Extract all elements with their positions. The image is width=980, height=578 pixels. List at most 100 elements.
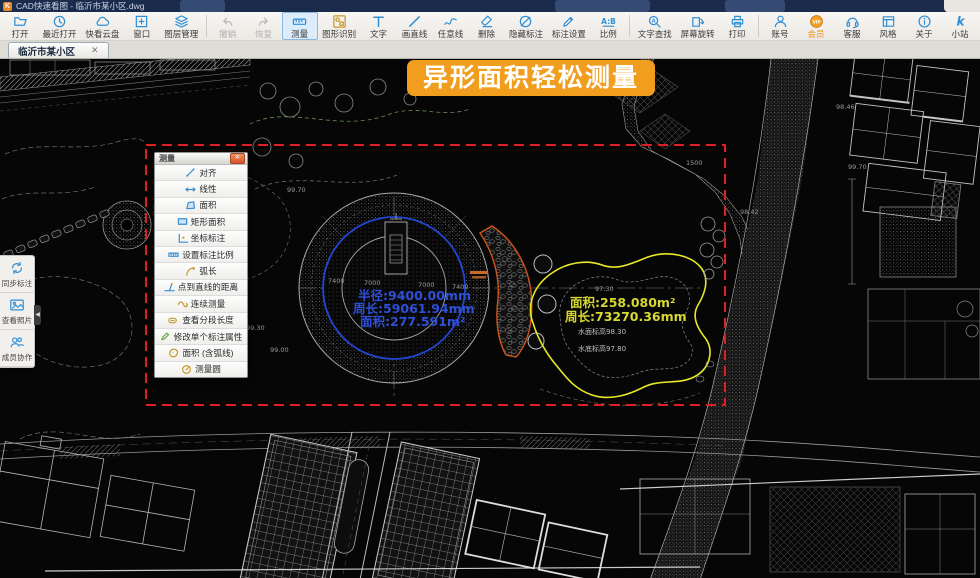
rect-area-icon [177,216,188,227]
cloud-icon [95,14,110,29]
layers-icon [174,14,189,29]
coordinate-icon [177,233,188,244]
measure-item-area[interactable]: 面积 [155,198,247,214]
svg-text:7000: 7000 [364,279,381,287]
text-button[interactable]: 文字 [361,12,397,40]
recent-open-button[interactable]: 最近打开 [38,12,81,40]
scale-icon: A:B [601,14,616,29]
scale-button[interactable]: A:B比例 [590,12,626,40]
site-k-icon: k [953,14,968,29]
measure-panel: 测量 ✕ 对齐 线性 面积 矩形面积 坐标标注 设置标注比例 弧长 点到直线的距… [154,152,248,378]
print-button[interactable]: 打印 [719,12,755,40]
area-icon [185,200,196,211]
panel-close-button[interactable]: ✕ [230,153,245,164]
drawing-canvas[interactable]: 99.70 99.30 99.00 98.46 99.70 98.42 7400… [0,59,980,578]
measure-item-modify-attr[interactable]: 修改单个标注属性 [155,329,247,345]
measure-panel-titlebar[interactable]: 测量 ✕ [155,153,247,165]
sidebar-member-collaboration[interactable]: 成员协作 [0,330,34,367]
svg-text:98.46: 98.46 [836,103,855,111]
customer-service-button[interactable]: 客服 [834,12,870,40]
measure-item-rect-area[interactable]: 矩形面积 [155,214,247,230]
undo-button[interactable]: 撤销 [210,12,246,40]
tab-close-icon[interactable]: ✕ [91,45,99,56]
measure-item-measure-circle[interactable]: 测量圆 [155,362,247,377]
vip-member-button[interactable]: VIP会员 [798,12,834,40]
delete-button[interactable]: 删除 [469,12,505,40]
redo-button[interactable]: 恢复 [246,12,282,40]
align-icon [185,167,196,178]
account-button[interactable]: 账号 [762,12,798,40]
account-icon [773,14,788,29]
style-icon [881,14,896,29]
sidebar-sync-annotations[interactable]: 同步标注 [0,256,34,293]
shape-recognition-icon [332,14,347,29]
area-with-arc-icon [168,347,179,358]
arc-length-icon [185,266,196,277]
freehand-line-icon [443,14,458,29]
screen-rotate-icon [690,14,705,29]
draw-line-button[interactable]: 画直线 [397,12,433,40]
screen-rotate-button[interactable]: 屏幕旋转 [676,12,719,40]
measure-ruler-icon [292,14,307,29]
measure-item-align[interactable]: 对齐 [155,165,247,181]
svg-text:97.30: 97.30 [595,285,614,293]
text-search-icon: A [647,14,662,29]
recent-clock-icon [52,14,67,29]
cad-drawing: 99.70 99.30 99.00 98.46 99.70 98.42 7400… [0,59,980,578]
svg-text:99.70: 99.70 [848,163,867,171]
svg-text:99.70: 99.70 [287,186,306,194]
about-icon [917,14,932,29]
tiny-orange-label [470,271,488,274]
sidebar-view-photos[interactable]: 查看照片 [0,293,34,330]
site-button[interactable]: k小站 [942,12,978,40]
measure-panel-title: 测量 [159,153,230,164]
point-to-line-icon [164,282,175,293]
svg-text:7400: 7400 [328,277,345,285]
about-button[interactable]: 关于 [906,12,942,40]
titlebar-decoration [725,0,785,12]
vip-icon: VIP [809,14,824,29]
sidebar-collapse-handle[interactable]: ◀ [34,305,41,325]
measure-item-area-with-arc[interactable]: 面积 (含弧线) [155,345,247,361]
measure-item-arc-length[interactable]: 弧长 [155,263,247,279]
toolbar-separator [206,15,207,37]
cloud-drive-button[interactable]: 快看云盘 [81,12,124,40]
open-button[interactable]: 打开 [2,12,38,40]
shape-recognition-button[interactable]: 图形识别 [318,12,361,40]
annotation-settings-button[interactable]: 标注设置 [547,12,590,40]
text-icon [371,14,386,29]
scale-setting-icon [168,249,179,260]
side-toolbar: 同步标注 查看照片 成员协作 ◀ [0,255,35,368]
titlebar-decoration [555,0,650,12]
svg-text:98.42: 98.42 [740,208,759,216]
layer-manager-button[interactable]: 图层管理 [160,12,203,40]
svg-text:A:B: A:B [601,16,616,25]
svg-text:99.30: 99.30 [246,324,265,332]
measure-button[interactable]: 测量 [282,12,318,40]
main-toolbar: 打开 最近打开 快看云盘 窗口 图层管理 撤销 恢复 测量 图形识别 文字 画直… [0,12,980,41]
svg-text:面积:258.080m²: 面积:258.080m² [570,295,675,310]
app-logo-icon: K [3,2,12,11]
measure-item-point-to-line[interactable]: 点到直线的距离 [155,280,247,296]
window-button[interactable]: 窗口 [124,12,160,40]
measure-item-scale-setting[interactable]: 设置标注比例 [155,247,247,263]
measure-item-coordinate[interactable]: 坐标标注 [155,231,247,247]
text-search-button[interactable]: A文字查找 [633,12,676,40]
titlebar-corner-panel [944,0,980,12]
redo-icon [256,14,271,29]
titlebar-decoration [180,0,225,12]
freehand-line-button[interactable]: 任意线 [433,12,469,40]
document-tab[interactable]: 临沂市某小区 ✕ [8,42,109,58]
svg-text:水面标高98.30: 水面标高98.30 [578,327,626,336]
measure-item-segment-length[interactable]: 查看分段长度 [155,313,247,329]
eraser-icon [479,14,494,29]
measure-item-continuous[interactable]: 连续测量 [155,296,247,312]
measure-item-linear[interactable]: 线性 [155,181,247,197]
window-icon [134,14,149,29]
style-button[interactable]: 风格 [870,12,906,40]
measure-circle-icon [181,364,192,375]
document-tabbar: 临沂市某小区 ✕ [0,41,980,59]
hide-annotation-button[interactable]: 隐藏标注 [505,12,548,40]
svg-text:周长:73270.36mm: 周长:73270.36mm [565,309,687,324]
window-title: CAD快速看图 - 临沂市某小区.dwg [16,0,144,12]
